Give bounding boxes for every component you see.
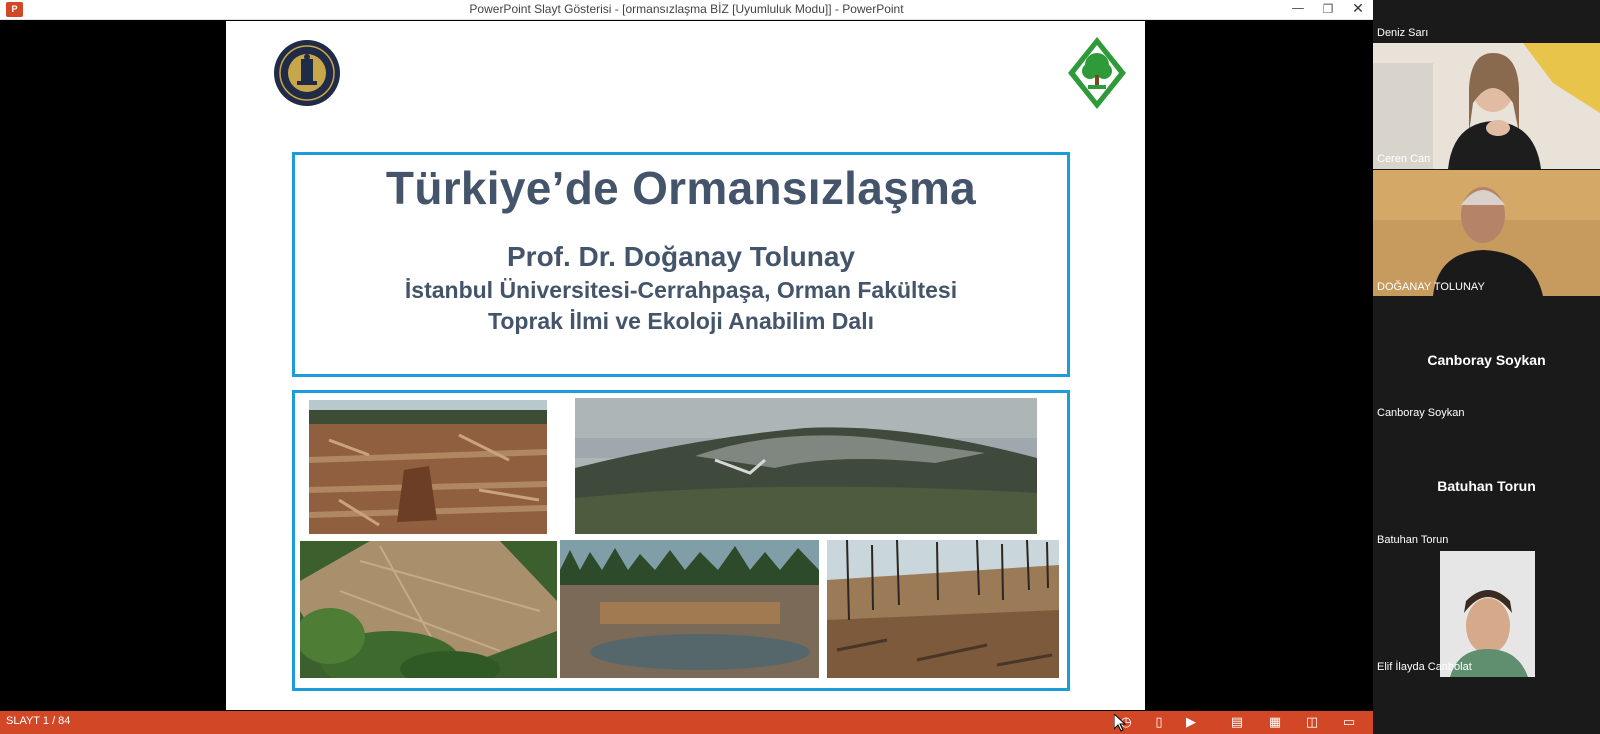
participant-video-gallery: Deniz Sarı Ceren Can DOĞANAY TOLUNAY Can…	[1373, 0, 1600, 734]
close-button[interactable]: ✕	[1343, 0, 1373, 20]
author-name: Prof. Dr. Doğanay Tolunay	[507, 241, 855, 272]
participant-name-label: Deniz Sarı	[1377, 27, 1429, 39]
window-title: PowerPoint Slayt Gösterisi - [ormansızla…	[469, 2, 904, 16]
participant-name-label: DOĞANAY TOLUNAY	[1377, 281, 1485, 293]
faculty-tree-logo	[1066, 35, 1128, 113]
participant-placeholder-name: Canboray Soykan	[1427, 352, 1546, 368]
reading-view-icon[interactable]: ▯	[1150, 714, 1168, 731]
deforested-mountain-photo	[575, 398, 1037, 534]
title-text-box: Türkiye’de Ormansızlaşma Prof. Dr. Doğan…	[292, 152, 1070, 377]
title-bar: P PowerPoint Slayt Gösterisi - [ormansız…	[0, 0, 1373, 20]
mouse-pointer-icon	[1113, 712, 1127, 732]
university-seal-logo	[273, 39, 341, 107]
participant-video-tile[interactable]	[1373, 170, 1600, 296]
slide-title: Türkiye’de Ormansızlaşma	[385, 162, 977, 214]
participant-name-label: Elif İlayda Canbolat	[1377, 661, 1472, 673]
burnt-forest-photo	[827, 540, 1059, 678]
participant-name-label: Canboray Soykan	[1377, 407, 1465, 419]
slide-counter[interactable]: SLAYT 1 / 84	[6, 715, 70, 727]
aerial-clearcut-photo	[300, 541, 557, 678]
participant-placeholder-name: Batuhan Torun	[1437, 478, 1536, 494]
slide-canvas[interactable]: Türkiye’de Ormansızlaşma Prof. Dr. Doğan…	[226, 21, 1145, 710]
book-view-icon[interactable]: ◫	[1303, 714, 1321, 731]
powerpoint-window: P PowerPoint Slayt Gösterisi - [ormansız…	[0, 0, 1373, 734]
log-pile-clearing-photo	[560, 540, 819, 678]
participant-name-label: Ceren Can	[1377, 153, 1431, 165]
slideshow-icon[interactable]: ▭	[1340, 714, 1358, 731]
author-affiliation-line-2: Toprak İlmi ve Ekoloji Anabilim Dalı	[488, 308, 874, 334]
clearcut-forest-photo	[309, 400, 547, 534]
slide-sorter-icon[interactable]: ▦	[1266, 714, 1284, 731]
minimize-button[interactable]: —	[1283, 0, 1313, 20]
restore-button[interactable]: ❐	[1313, 0, 1343, 20]
slideshow-status-bar: SLAYT 1 / 84 ◷ ▯ ▶ ▤ ▦ ◫ ▭	[0, 711, 1373, 734]
photo-collage	[292, 390, 1070, 691]
play-icon[interactable]: ▶	[1182, 714, 1200, 731]
participant-video-tile[interactable]	[1440, 551, 1535, 677]
author-affiliation-line-1: İstanbul Üniversitesi-Cerrahpaşa, Orman …	[404, 277, 958, 303]
participant-video-tile[interactable]	[1373, 43, 1600, 169]
participant-name-label: Batuhan Torun	[1377, 534, 1449, 546]
normal-view-icon[interactable]: ▤	[1228, 714, 1246, 731]
